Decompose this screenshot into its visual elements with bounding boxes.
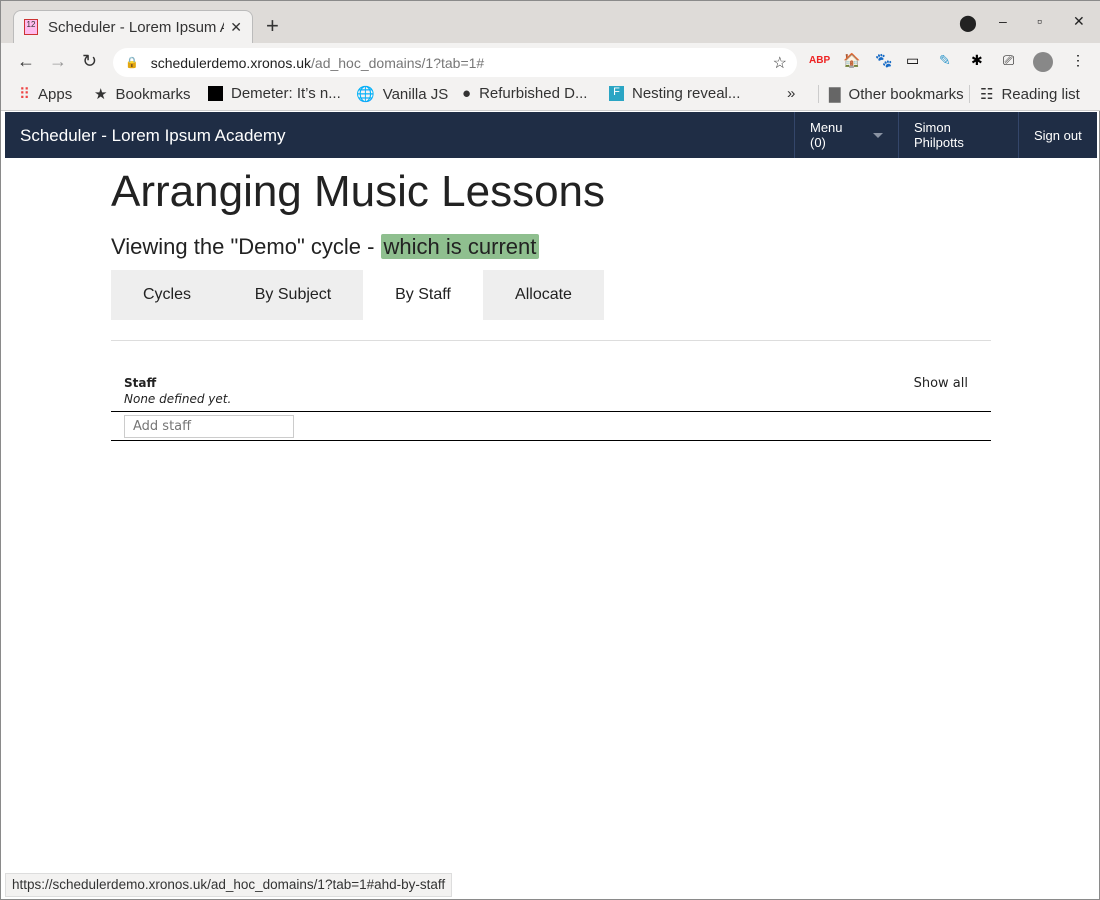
globe-icon: 🌐 xyxy=(356,86,375,103)
minimize-icon[interactable]: – xyxy=(999,13,1007,29)
new-tab-icon[interactable]: + xyxy=(266,13,279,39)
reading-list-icon: ☷ xyxy=(980,86,994,103)
url-host: schedulerdemo.xronos.uk xyxy=(150,54,312,71)
adblock-icon[interactable]: ABP xyxy=(809,55,830,66)
folder-icon: ▇ xyxy=(829,86,841,103)
cast-icon[interactable]: ⎚ xyxy=(1003,52,1014,69)
tab-cycles[interactable]: Cycles xyxy=(111,270,223,320)
tab-by-subject[interactable]: By Subject xyxy=(223,270,363,320)
lock-icon: 🔒 xyxy=(125,57,139,69)
status-bar-url: https://schedulerdemo.xronos.uk/ad_hoc_d… xyxy=(5,873,453,897)
profile-dropdown-icon[interactable]: ⬤ xyxy=(959,13,977,33)
maximize-icon[interactable]: ▫ xyxy=(1037,13,1042,29)
user-name: Simon Philpotts xyxy=(914,120,964,150)
cycle-subtitle: Viewing the "Demo" cycle - which is curr… xyxy=(111,234,540,260)
menu-label: Menu (0) xyxy=(810,120,843,150)
bookmark-label: Vanilla JS xyxy=(382,85,449,103)
calendar-favicon-icon: 12 xyxy=(24,19,38,35)
browser-tab[interactable]: 12 Scheduler - Lorem Ipsum Academy ✕ xyxy=(13,10,253,43)
bookmarks-overflow-button[interactable]: » xyxy=(787,85,795,102)
add-staff-input[interactable] xyxy=(124,415,294,438)
close-tab-icon[interactable]: ✕ xyxy=(230,19,242,36)
star-icon: ★ xyxy=(94,86,108,103)
page-tabs: Cycles By Subject By Staff Allocate xyxy=(111,270,604,320)
f-icon: F xyxy=(609,86,624,101)
extensions-puzzle-icon[interactable]: ✱ xyxy=(971,52,983,69)
staff-table: Staff Show all None defined yet. xyxy=(111,376,991,441)
other-bookmarks[interactable]: ▇ Other bookmarks xyxy=(818,85,964,103)
bookmark-refurbished[interactable]: ● Refurbished D... xyxy=(462,85,587,102)
bookmark-star-icon[interactable]: ☆ xyxy=(773,53,787,73)
avatar[interactable] xyxy=(1033,52,1053,72)
tab-by-staff[interactable]: By Staff xyxy=(363,270,483,320)
sign-out-link[interactable]: Sign out xyxy=(1018,112,1097,158)
subtitle-text: Viewing the "Demo" cycle - xyxy=(111,234,381,259)
reload-icon[interactable]: ↻ xyxy=(82,51,97,72)
bookmark-vanilla-js[interactable]: 🌐 Vanilla JS xyxy=(356,85,449,104)
screenshot-icon[interactable]: ▭ xyxy=(906,52,919,69)
tab-allocate[interactable]: Allocate xyxy=(483,270,604,320)
bookmark-apps[interactable]: ⠿ Apps xyxy=(19,85,73,104)
bookmark-label: Demeter: It’s n... xyxy=(231,85,341,102)
current-badge: which is current xyxy=(380,234,540,259)
bookmark-label: Nesting reveal... xyxy=(632,85,741,102)
menu-dropdown[interactable]: Menu (0) xyxy=(794,112,898,158)
divider xyxy=(111,340,991,341)
bookmark-label: Refurbished D... xyxy=(479,85,588,102)
empty-message: None defined yet. xyxy=(124,392,232,406)
bookmarks-bar: ⠿ Apps ★ Bookmarks Demeter: It’s n... 🌐 Van… xyxy=(1,81,1100,111)
bookmark-label: Bookmarks xyxy=(115,85,191,103)
address-bar[interactable]: 🔒 schedulerdemo.xronos.uk/ad_hoc_domains… xyxy=(113,48,797,77)
apps-grid-icon: ⠿ xyxy=(19,86,30,103)
back-icon[interactable]: ← xyxy=(17,51,35,72)
staff-heading: Staff xyxy=(124,376,157,390)
page-title: Arranging Music Lessons xyxy=(111,167,606,216)
forward-icon[interactable]: → xyxy=(49,51,67,72)
bookmark-bookmarks[interactable]: ★ Bookmarks xyxy=(94,85,191,104)
browser-toolbar: ← → ↻ 🔒 schedulerdemo.xronos.uk/ad_hoc_d… xyxy=(1,43,1100,81)
black-square-icon xyxy=(208,86,223,101)
show-all-link[interactable]: Show all xyxy=(914,376,968,391)
add-staff-row xyxy=(111,411,991,441)
feather-icon[interactable]: ✎ xyxy=(939,52,951,69)
app-navbar: Scheduler - Lorem Ipsum Academy Menu (0)… xyxy=(5,112,1097,158)
url-path: /ad_hoc_domains/1?tab=1# xyxy=(311,54,485,71)
reading-list[interactable]: ☷ Reading list xyxy=(969,85,1080,103)
brand-link[interactable]: Scheduler - Lorem Ipsum Academy xyxy=(20,126,286,146)
extension-icon[interactable]: 🏠 xyxy=(843,52,860,69)
kebab-menu-icon[interactable]: ⋮ xyxy=(1071,52,1085,69)
gnome-extension-icon[interactable]: 🐾 xyxy=(875,52,892,69)
close-window-icon[interactable]: ✕ xyxy=(1073,13,1085,30)
tab-title: Scheduler - Lorem Ipsum Academy xyxy=(48,18,224,36)
bookmark-label: Reading list xyxy=(1001,85,1080,103)
browser-tab-bar: 12 Scheduler - Lorem Ipsum Academy ✕ + ⬤… xyxy=(1,1,1100,43)
caret-down-icon xyxy=(873,132,883,138)
bookmark-nesting[interactable]: F Nesting reveal... xyxy=(609,85,740,102)
sign-out-label: Sign out xyxy=(1034,127,1082,143)
user-link[interactable]: Simon Philpotts xyxy=(898,112,1019,158)
circle-icon: ● xyxy=(462,85,472,102)
bookmark-label: Other bookmarks xyxy=(848,85,964,103)
bookmark-demeter[interactable]: Demeter: It’s n... xyxy=(208,85,341,102)
bookmark-label: Apps xyxy=(38,85,73,103)
